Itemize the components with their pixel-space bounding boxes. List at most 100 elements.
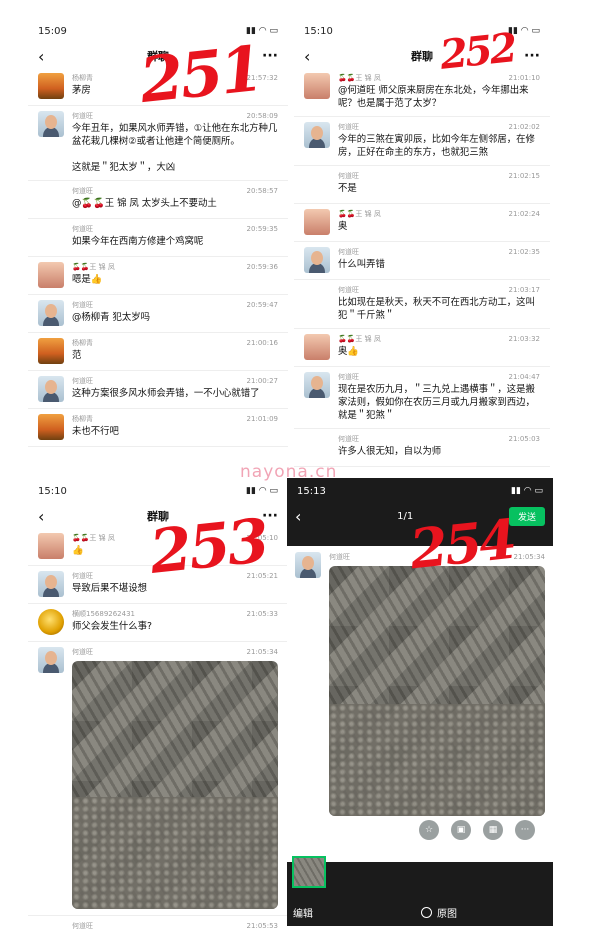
list-item[interactable]: 何道旺 21:05:53 — [28, 916, 288, 946]
message-time: 21:03:32 — [508, 335, 540, 343]
edit-button[interactable]: 编辑 — [293, 905, 313, 920]
avatar[interactable] — [304, 209, 330, 235]
message-list[interactable]: 🍒🍒王 锦 凤 21:05:10 👍 何道旺 21:05:21 导致后果不堪设想 横顺156… — [28, 528, 288, 946]
avatar[interactable] — [304, 334, 330, 360]
message-text: @何道旺 师父原来厨房在东北处，今年挪出来呢？也是属于范了太岁？ — [338, 85, 529, 109]
message-time: 21:05:03 — [508, 435, 540, 443]
send-button[interactable]: 发送 — [508, 506, 545, 526]
avatar[interactable] — [38, 647, 64, 673]
message-time: 20:59:47 — [246, 301, 278, 309]
avatar[interactable] — [38, 533, 64, 559]
chat-title: 群聊 — [411, 50, 433, 63]
list-item[interactable]: 何道旺 21:05:34 — [28, 642, 288, 916]
status-time: 15:13 — [297, 485, 326, 497]
list-item[interactable]: 何道旺 20:59:47 @杨柳青 犯太岁吗 — [28, 295, 288, 333]
avatar[interactable] — [38, 609, 64, 635]
radio-circle-icon — [421, 906, 432, 918]
mosaic-icon[interactable]: ▦ — [483, 820, 503, 840]
avatar[interactable] — [38, 111, 64, 137]
text-icon[interactable]: ▣ — [451, 820, 471, 840]
status-icons: ▮▮ ◠ ▭ — [246, 486, 278, 496]
message-text: 师父会发生什么事? — [72, 621, 152, 632]
chat-panel-252: 15:10 ▮▮ ◠ ▭ ‹ 群聊 ··· 🍒🍒王 锦 凤 21:01:10 @何道… — [294, 18, 550, 473]
sender-name: 🍒🍒王 锦 凤 — [338, 74, 381, 82]
sender-name: 何道旺 — [72, 225, 93, 233]
message-time: 21:03:17 — [508, 286, 540, 294]
sender-name: 杨柳青 — [72, 339, 93, 347]
edit-toolbar: ☆ ▣ ▦ ··· — [295, 816, 545, 844]
sender-name: 何道旺 — [338, 123, 359, 131]
sender-name: 何道旺 — [72, 377, 93, 385]
back-arrow-icon[interactable]: ‹ — [38, 507, 58, 526]
list-item[interactable]: 何道旺 21:02:15 不是 — [294, 166, 550, 204]
avatar — [295, 552, 321, 578]
list-item[interactable]: 何道旺 21:02:35 什么叫弄错 — [294, 242, 550, 280]
list-item[interactable]: 何道旺 21:04:47 现在是农历九月，＂三九兑上遇横事＂，这是搬家法则，假如你在… — [294, 367, 550, 429]
original-label: 原图 — [437, 908, 457, 920]
avatar[interactable] — [38, 73, 64, 99]
sender-name: 🍒🍒王 锦 凤 — [72, 534, 115, 542]
avatar[interactable] — [38, 414, 64, 440]
message-time: 20:59:35 — [246, 225, 278, 233]
message-time: 21:00:16 — [246, 339, 278, 347]
more-icon[interactable]: ··· — [515, 820, 535, 840]
avatar[interactable] — [304, 122, 330, 148]
status-time: 15:10 — [304, 25, 333, 37]
message-time: 21:01:09 — [246, 415, 278, 423]
avatar[interactable] — [38, 262, 64, 288]
message-time: 21:02:35 — [508, 248, 540, 256]
more-icon[interactable]: ··· — [520, 48, 540, 64]
avatar[interactable] — [38, 571, 64, 597]
message-text: @杨柳青 犯太岁吗 — [72, 312, 150, 323]
message-time: 21:05:33 — [246, 610, 278, 618]
sender-name: 横顺15689262431 — [72, 610, 135, 618]
back-arrow-icon[interactable]: ‹ — [295, 507, 301, 526]
avatar[interactable] — [304, 73, 330, 99]
avatar[interactable] — [38, 338, 64, 364]
list-item[interactable]: 🍒🍒王 锦 凤 20:59:36 嗯是👍 — [28, 257, 288, 295]
back-arrow-icon[interactable]: ‹ — [304, 47, 324, 66]
shared-photo[interactable] — [329, 566, 545, 816]
message-list[interactable]: 杨柳青 21:57:32 茅房 何道旺 20:58:09 今年丑年，如果风水师弄错，①让他… — [28, 68, 288, 447]
avatar[interactable] — [38, 300, 64, 326]
sender-name: 杨柳青 — [72, 415, 93, 423]
list-item[interactable]: 何道旺 21:03:17 比如现在是秋天，秋天不可在西北方动工，这叫犯＂千斤煞＂ — [294, 280, 550, 329]
avatar[interactable] — [304, 247, 330, 273]
list-item[interactable]: 🍒🍒王 锦 凤 21:01:10 @何道旺 师父原来厨房在东北处，今年挪出来呢？也是… — [294, 68, 550, 117]
message-list[interactable]: 🍒🍒王 锦 凤 21:01:10 @何道旺 师父原来厨房在东北处，今年挪出来呢？也是… — [294, 68, 550, 467]
message-text: 奥 — [338, 221, 348, 232]
list-item[interactable]: 何道旺 21:02:02 今年的三煞在寅卯辰，比如今年左侧邻居，在修房，正好在命主的… — [294, 117, 550, 166]
back-arrow-icon[interactable]: ‹ — [38, 47, 58, 66]
list-item[interactable]: 横顺15689262431 21:05:33 师父会发生什么事? — [28, 604, 288, 642]
list-item[interactable]: 何道旺 20:58:09 今年丑年，如果风水师弄错，①让他在东北方种几盆花栽几棵树②… — [28, 106, 288, 181]
list-item[interactable]: 🍒🍒王 锦 凤 21:03:32 奥👍 — [294, 329, 550, 367]
thumbnail-selected[interactable] — [292, 856, 326, 888]
message-text: 比如现在是秋天，秋天不可在西北方动工，这叫犯＂千斤煞＂ — [338, 297, 535, 321]
message-time: 21:05:34 — [246, 648, 278, 656]
list-item[interactable]: 🍒🍒王 锦 凤 21:02:24 奥 — [294, 204, 550, 242]
message-time: 21:04:47 — [508, 373, 540, 381]
sticker-icon[interactable]: ☆ — [419, 820, 439, 840]
avatar[interactable] — [304, 372, 330, 398]
list-item[interactable]: 何道旺 20:59:35 如果今年在西南方修建个鸡窝呢 — [28, 219, 288, 257]
list-item[interactable]: 杨柳青 21:00:16 范 — [28, 333, 288, 371]
shared-photo[interactable] — [72, 661, 278, 909]
message-time: 21:02:02 — [508, 123, 540, 131]
sender-name: 🍒🍒王 锦 凤 — [72, 263, 115, 271]
status-icons: ▮▮ ◠ ▭ — [511, 486, 543, 496]
list-item[interactable]: 何道旺 20:58:57 @🍒🍒王 锦 凤 太岁头上不要动土 — [28, 181, 288, 219]
list-item[interactable]: 杨柳青 21:01:09 未也不行吧 — [28, 409, 288, 447]
avatar[interactable] — [38, 376, 64, 402]
annotation-253: 253 — [146, 506, 270, 588]
message-time: 21:02:15 — [508, 172, 540, 180]
more-icon[interactable]: ··· — [258, 48, 278, 64]
message-time: 21:05:34 — [513, 553, 545, 561]
message-text: 未也不行吧 — [72, 426, 119, 437]
message-text: 嗯是👍 — [72, 274, 103, 285]
sender-name: 何道旺 — [72, 187, 93, 195]
message-time: 21:01:10 — [508, 74, 540, 82]
list-item[interactable]: 何道旺 21:00:27 这种方案很多风水师会弄错，一不小心就错了 — [28, 371, 288, 409]
sender-name: 何道旺 — [72, 648, 93, 656]
message-time: 21:00:27 — [246, 377, 278, 385]
original-toggle[interactable]: 原图 — [421, 905, 457, 920]
